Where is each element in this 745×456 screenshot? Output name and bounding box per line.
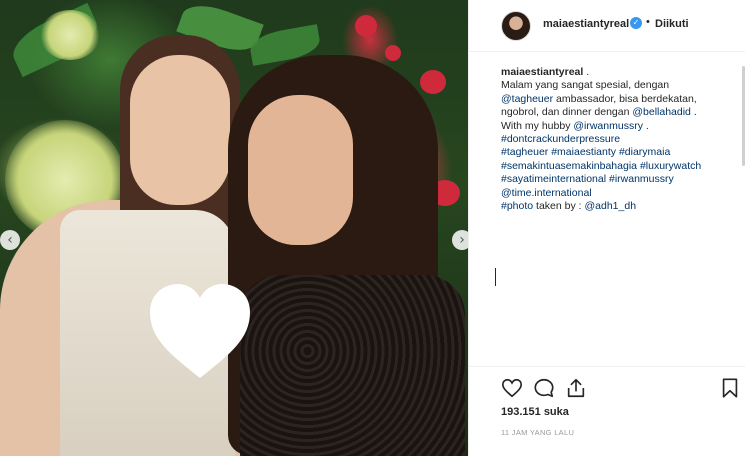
- post-header: maiaestiantyreal ✓ • Diikuti: [469, 0, 745, 52]
- mention-link[interactable]: @adh1_dh: [585, 200, 637, 212]
- hashtag-link[interactable]: #maiaestianty: [551, 146, 616, 158]
- hashtag-link[interactable]: #diarymaia: [619, 146, 670, 158]
- person-right-dress: [240, 275, 465, 456]
- caption-text: .: [642, 119, 649, 132]
- previous-photo-button[interactable]: ‹: [0, 230, 20, 250]
- hashtag-link[interactable]: #tagheuer: [501, 146, 548, 158]
- avatar[interactable]: [501, 11, 531, 41]
- caption-text: .: [690, 106, 697, 119]
- hashtag-link[interactable]: #semakintuasemakinbahagia: [501, 160, 637, 172]
- caption-line: #semakintuasemakinbahagia #luxurywatch: [501, 160, 741, 173]
- heart-sticker-icon: [150, 284, 250, 378]
- caption-line: #photo taken by : @adh1_dh: [501, 200, 741, 213]
- post-side-panel: maiaestiantyreal ✓ • Diikuti maiaestiant…: [468, 0, 745, 456]
- hashtag-link[interactable]: #luxurywatch: [640, 160, 701, 172]
- mention-link[interactable]: @time.international: [501, 187, 592, 199]
- caption-line: #tagheuer #maiaestianty #diarymaia: [501, 146, 741, 159]
- post-caption: maiaestiantyreal . Malam yang sangat spe…: [501, 66, 741, 213]
- text-cursor: [495, 268, 496, 286]
- hashtag-link[interactable]: #photo: [501, 200, 533, 212]
- hydrangea-decoration: [40, 10, 100, 60]
- caption-text: ngobrol, dan dinner dengan: [501, 106, 633, 119]
- mention-link[interactable]: @tagheuer: [501, 93, 553, 105]
- verified-badge-icon: ✓: [630, 17, 642, 29]
- mention-link[interactable]: @bellahadid: [632, 106, 691, 118]
- caption-line: With my hubby @irwanmussry .: [501, 120, 741, 133]
- caption-line: #dontcrackunderpressure: [501, 133, 741, 146]
- rose-decoration: [385, 45, 401, 61]
- caption-text: ambassador, bisa berdekatan,: [553, 92, 697, 105]
- caption-username-link[interactable]: maiaestiantyreal: [501, 66, 583, 78]
- share-upload-icon[interactable]: [565, 377, 587, 399]
- caption-username-suffix: .: [583, 66, 590, 78]
- post-photo[interactable]: ‹ ›: [0, 0, 468, 456]
- caption-text: With my hubby: [501, 119, 574, 132]
- caption-line: @tagheuer ambassador, bisa berdekatan,: [501, 93, 741, 106]
- caption-text: taken by :: [533, 200, 585, 213]
- hashtag-link[interactable]: #irwanmussry: [609, 173, 674, 185]
- mention-link[interactable]: @irwanmussry: [573, 120, 643, 132]
- actions-divider: [469, 366, 745, 367]
- username-link[interactable]: maiaestiantyreal: [543, 18, 629, 30]
- caption-line: Malam yang sangat spesial, dengan: [501, 79, 741, 92]
- hashtag-link[interactable]: #sayatimeinternational: [501, 173, 606, 185]
- rose-decoration: [355, 15, 377, 37]
- caption-line: @time.international: [501, 187, 741, 200]
- caption-line: ngobrol, dan dinner dengan @bellahadid .: [501, 106, 741, 119]
- caption-line: #sayatimeinternational #irwanmussry: [501, 173, 741, 186]
- post-timestamp[interactable]: 11 JAM YANG LALU: [501, 428, 574, 437]
- caption-text: Malam yang sangat spesial, dengan: [501, 79, 670, 92]
- hashtag-link[interactable]: #dontcrackunderpressure: [501, 133, 620, 145]
- person-left-face: [130, 55, 230, 205]
- person-right-face: [248, 95, 353, 245]
- following-button[interactable]: Diikuti: [655, 18, 689, 30]
- heart-outline-icon[interactable]: [501, 377, 523, 399]
- rose-decoration: [420, 70, 446, 94]
- comment-bubble-icon[interactable]: [533, 377, 555, 399]
- next-photo-button[interactable]: ›: [452, 230, 468, 250]
- separator-dot: •: [646, 16, 650, 28]
- bookmark-icon[interactable]: [719, 377, 741, 399]
- likes-count[interactable]: 193.151 suka: [501, 406, 569, 418]
